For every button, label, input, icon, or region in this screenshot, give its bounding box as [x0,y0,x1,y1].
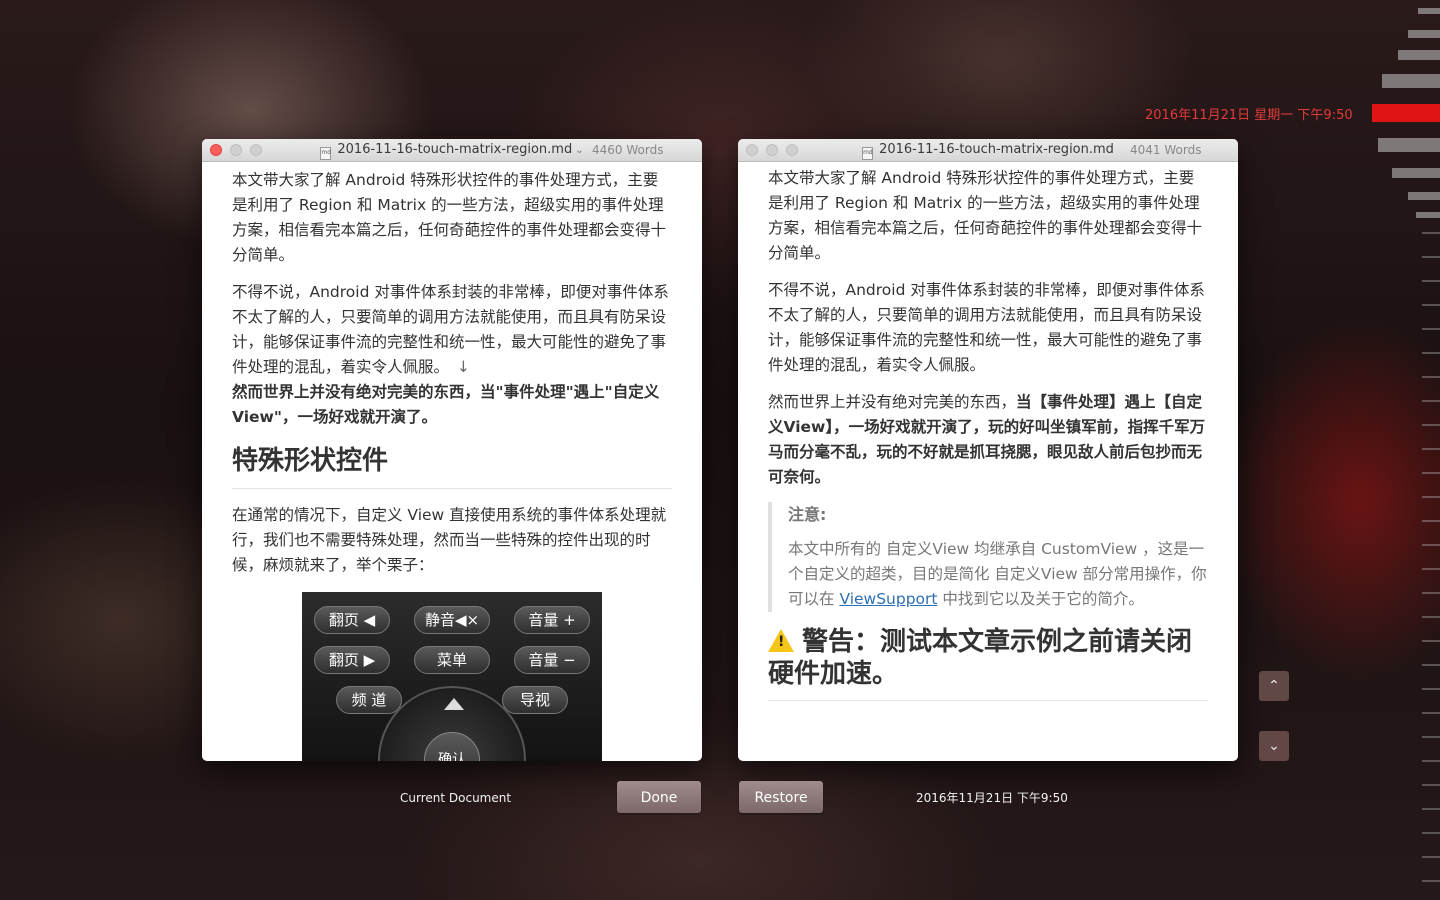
timeline-tick[interactable] [1422,736,1440,738]
note-text-part: 中找到它以及关于它的简介。 [937,590,1144,608]
document-filename: 2016-11-16-touch-matrix-region.md [879,142,1114,157]
timeline[interactable] [1370,0,1440,900]
remote-button: 翻页 ▶ [314,646,390,674]
down-arrow-icon: ↓ [457,358,471,376]
timeline-tick[interactable] [1422,376,1440,378]
document-body[interactable]: 本文带大家了解 Android 特殊形状控件的事件处理方式，主要是利用了 Reg… [738,162,1238,701]
remote-button: 菜单 [414,646,490,674]
timeline-tick[interactable] [1422,544,1440,546]
note-title: 注意: [788,505,827,524]
done-button[interactable]: Done [617,781,701,813]
restore-button[interactable]: Restore [739,781,823,813]
timeline-tick[interactable] [1422,688,1440,690]
remote-button: 静音◀× [414,606,490,634]
remote-control-image: 翻页 ◀ 静音◀× 音量 + 翻页 ▶ 菜单 音量 − 频 道 导视 确认 [302,592,602,761]
timeline-tick[interactable] [1422,232,1440,234]
timeline-tick[interactable] [1422,784,1440,786]
triangle-up-icon [444,698,464,710]
chevron-down-icon: ⌄ [1268,738,1280,754]
timeline-tick[interactable] [1422,328,1440,330]
timeline-tick[interactable] [1422,832,1440,834]
timeline-tick[interactable] [1422,640,1440,642]
timeline-tick[interactable] [1422,400,1440,402]
window-titlebar[interactable]: md 2016-11-16-touch-matrix-region.md ⌄ 446… [202,139,702,162]
timeline-tick[interactable] [1378,138,1440,152]
timeline-tick[interactable] [1422,472,1440,474]
paragraph: 本文带大家了解 Android 特殊形状控件的事件处理方式，主要是利用了 Reg… [768,169,1203,262]
remote-ok-button: 确认 [424,732,480,761]
timeline-tick[interactable] [1392,168,1440,178]
timeline-tick[interactable] [1422,520,1440,522]
timeline-tick[interactable] [1422,568,1440,570]
current-document-label: Current Document [400,791,512,805]
document-body[interactable]: 本文带大家了解 Android 特殊形状控件的事件处理方式，主要是利用了 Reg… [202,162,702,761]
timeline-tick[interactable] [1422,880,1440,882]
timeline-tick[interactable] [1398,50,1440,60]
timeline-tick[interactable] [1408,192,1440,200]
current-document-window[interactable]: md 2016-11-16-touch-matrix-region.md ⌄ 446… [202,139,702,761]
paragraph-text: 不得不说，Android 对事件体系封装的非常棒，即便对事件体系不太了解的人，只… [232,283,669,376]
timeline-tick[interactable] [1422,616,1440,618]
paragraph: 不得不说，Android 对事件体系封装的非常棒，即便对事件体系不太了解的人，只… [232,280,672,380]
scroll-up-button[interactable]: ⌃ [1259,671,1289,701]
paragraph-text: 然而世界上并没有绝对完美的东西， [768,393,1017,411]
scroll-down-button[interactable]: ⌄ [1259,731,1289,761]
timeline-tick[interactable] [1416,212,1440,218]
word-count: 4460 Words [592,143,664,157]
timeline-tick[interactable] [1422,304,1440,306]
warning-heading: ! 警告：测试本文章示例之前请关闭硬件加速。 [768,626,1208,701]
remote-button: 频 道 [336,686,402,714]
paragraph: 本文带大家了解 Android 特殊形状控件的事件处理方式，主要是利用了 Reg… [232,171,667,264]
chevron-up-icon: ⌃ [1268,678,1280,694]
paragraph: 在通常的情况下，自定义 View 直接使用系统的事件体系处理就行，我们也不需要特… [232,506,667,574]
timeline-tick[interactable] [1382,74,1440,88]
timeline-tick[interactable] [1422,808,1440,810]
warning-icon: ! [768,629,794,652]
timeline-tick[interactable] [1422,664,1440,666]
note-blockquote: 注意: 本文中所有的 自定义View 均继承自 CustomView ，这是一个… [768,502,1208,612]
timeline-tick[interactable] [1422,256,1440,258]
viewsupport-link[interactable]: ViewSupport [839,590,937,608]
word-count: 4041 Words [1130,143,1202,157]
timeline-tick[interactable] [1418,8,1440,14]
section-heading: 特殊形状控件 [232,444,672,489]
chevron-down-icon[interactable]: ⌄ [575,145,583,156]
document-filename: 2016-11-16-touch-matrix-region.md [337,142,573,157]
remote-button: 音量 − [514,646,590,674]
timeline-current-marker[interactable] [1372,104,1440,122]
document-icon: md [320,147,332,160]
remote-button: 导视 [502,686,568,714]
timeline-tick[interactable] [1422,448,1440,450]
remote-button: 音量 + [514,606,590,634]
timeline-tick[interactable] [1422,280,1440,282]
warning-heading-text: 警告：测试本文章示例之前请关闭硬件加速。 [768,627,1193,689]
remote-button: 翻页 ◀ [314,606,390,634]
timeline-tick[interactable] [1422,496,1440,498]
timeline-current-timestamp: 2016年11月21日 星期一 下午9:50 [1145,108,1353,123]
timeline-tick[interactable] [1422,352,1440,354]
note-text: 本文中所有的 自定义View 均继承自 CustomView ，这是一个自定义的… [788,537,1208,612]
timeline-tick[interactable] [1422,592,1440,594]
window-titlebar[interactable]: md 2016-11-16-touch-matrix-region.md 4041… [738,139,1238,162]
timeline-tick[interactable] [1408,30,1440,38]
timeline-tick[interactable] [1422,760,1440,762]
timeline-tick[interactable] [1422,856,1440,858]
version-date-label: 2016年11月21日 下午9:50 [916,791,1068,805]
document-icon: md [862,147,874,160]
timeline-tick[interactable] [1422,424,1440,426]
paragraph: 不得不说，Android 对事件体系封装的非常棒，即便对事件体系不太了解的人，只… [768,281,1205,374]
paragraph: 然而世界上并没有绝对完美的东西，当【事件处理】遇上【自定义View】，一场好戏就… [768,390,1208,490]
paragraph-bold: 然而世界上并没有绝对完美的东西，当"事件处理"遇上"自定义View"，一场好戏就… [232,383,660,426]
timeline-tick[interactable] [1422,712,1440,714]
version-document-window[interactable]: md 2016-11-16-touch-matrix-region.md 4041… [738,139,1238,761]
